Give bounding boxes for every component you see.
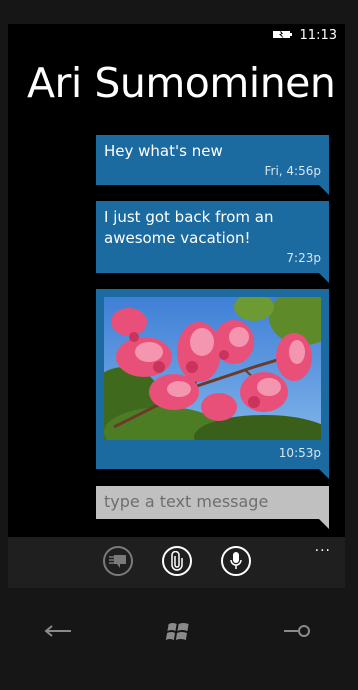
phone-screen: 11:13 Ari Sumominen Hey what's new Fri, … [8,24,345,588]
message-bubble[interactable]: I just got back from an awesome vacation… [96,201,329,283]
attach-icon [171,551,183,571]
message-timestamp: Fri, 4:56p [264,164,322,178]
flower-photo[interactable] [104,297,321,440]
windows-start-icon[interactable] [165,622,191,642]
hardware-nav-bar [0,588,358,690]
photo-message-bubble[interactable]: 10:53p [96,289,329,479]
message-text: Hey what's new [104,142,223,160]
message-text: I just got back from an awesome vacation… [104,208,274,247]
back-icon[interactable] [44,624,72,638]
message-timestamp: 7:23p [286,251,321,265]
status-time: 11:13 [299,28,337,43]
bubble-tail [319,185,329,195]
battery-icon [273,30,292,39]
microphone-icon [230,552,242,569]
message-timestamp: 10:53p [278,446,321,460]
message-input[interactable]: type a text message [96,486,329,519]
attach-button[interactable] [162,546,192,576]
contact-name: Ari Sumominen [27,59,336,107]
app-bar: ... [8,537,345,588]
voice-button[interactable] [221,546,251,576]
status-bar: 11:13 [8,24,345,46]
message-bubble[interactable]: Hey what's new Fri, 4:56p [96,135,329,195]
compose-tail [319,519,329,529]
search-icon[interactable] [282,624,312,638]
bubble-tail [319,469,329,479]
switch-thread-icon [109,555,126,568]
bubble-tail [319,273,329,283]
switch-thread-button[interactable] [103,546,133,576]
more-menu-button[interactable]: ... [315,540,331,554]
